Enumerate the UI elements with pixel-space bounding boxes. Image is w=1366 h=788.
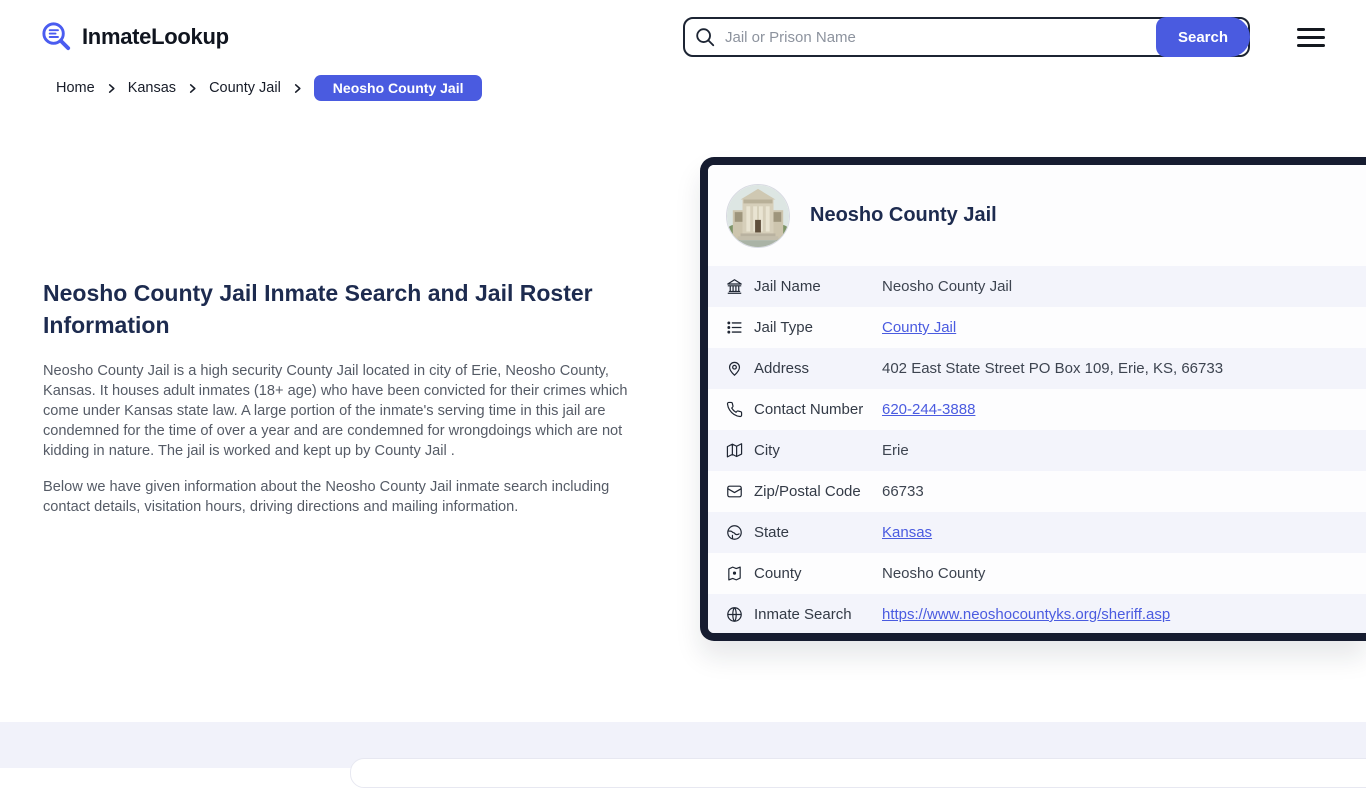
bottom-section	[0, 722, 1366, 788]
chevron-right-icon	[189, 83, 196, 93]
page-title: Neosho County Jail Inmate Search and Jai…	[43, 280, 593, 338]
article-paragraph: Neosho County Jail is a high security Co…	[43, 363, 628, 459]
row-value: Erie	[882, 442, 909, 459]
breadcrumb: Home Kansas County Jail Neosho County Ja…	[56, 75, 483, 101]
state-link[interactable]: Kansas	[882, 524, 932, 541]
mail-icon	[726, 483, 743, 500]
row-label: State	[754, 524, 790, 541]
magnifier-document-icon	[42, 22, 71, 51]
map-icon	[726, 442, 743, 459]
row-value: Neosho County Jail	[882, 278, 1013, 295]
courthouse-photo	[726, 183, 790, 248]
bank-icon	[726, 278, 743, 295]
hamburger-menu-icon[interactable]	[1297, 28, 1325, 47]
row-label: County	[754, 565, 802, 582]
row-label: Inmate Search	[754, 606, 852, 623]
brand-name: InmateLookup	[82, 23, 229, 49]
inmate-search-link[interactable]: https://www.neoshocountyks.org/sheriff.a…	[882, 606, 1170, 623]
search-button[interactable]: Search	[1156, 17, 1250, 57]
table-row: Zip/Postal Code 66733	[708, 471, 1366, 512]
table-row: Address 402 East State Street PO Box 109…	[708, 348, 1366, 389]
search-bar: Search	[683, 17, 1250, 57]
table-row: State Kansas	[708, 512, 1366, 553]
row-value: 66733	[882, 483, 924, 500]
jail-type-link[interactable]: County Jail	[882, 319, 956, 336]
brand-logo[interactable]: InmateLookup	[40, 20, 229, 53]
chevron-right-icon	[108, 83, 115, 93]
chevron-right-icon	[294, 83, 301, 93]
row-label: Jail Name	[754, 278, 821, 295]
county-map-icon	[726, 565, 743, 582]
table-row: City Erie	[708, 430, 1366, 471]
contact-number-link[interactable]: 620-244-3888	[882, 401, 975, 418]
row-label: Contact Number	[754, 401, 864, 418]
breadcrumb-current-badge: Neosho County Jail	[313, 75, 483, 101]
table-row: Jail Name Neosho County Jail	[708, 266, 1366, 307]
table-row: Inmate Search https://www.neoshocountyks…	[708, 594, 1366, 633]
table-row: County Neosho County	[708, 553, 1366, 594]
search-icon	[696, 28, 715, 47]
jail-info-card: Neosho County Jail Jail Name Neosho Coun…	[700, 157, 1366, 641]
article-paragraph: Below we have given information about th…	[43, 479, 610, 515]
phone-icon	[726, 401, 743, 418]
jail-card-header: Neosho County Jail	[708, 165, 1366, 266]
breadcrumb-county-jail[interactable]: County Jail	[209, 80, 281, 96]
table-row: Jail Type County Jail	[708, 307, 1366, 348]
row-label: Address	[754, 360, 810, 377]
bottom-card-peek	[350, 758, 1366, 788]
table-row: Contact Number 620-244-3888	[708, 389, 1366, 430]
jail-card-title: Neosho County Jail	[810, 204, 997, 226]
row-label: Zip/Postal Code	[754, 483, 861, 500]
list-icon	[726, 319, 743, 336]
row-value: Neosho County	[882, 565, 986, 582]
breadcrumb-kansas[interactable]: Kansas	[128, 80, 176, 96]
globe-icon	[726, 524, 743, 541]
web-globe-icon	[726, 606, 743, 623]
row-label: Jail Type	[754, 319, 813, 336]
breadcrumb-home[interactable]: Home	[56, 80, 95, 96]
map-pin-icon	[726, 360, 743, 377]
row-label: City	[754, 442, 780, 459]
jail-info-table: Jail Name Neosho County Jail Jail Type C…	[708, 266, 1366, 633]
row-value: 402 East State Street PO Box 109, Erie, …	[882, 360, 1224, 377]
article: Neosho County Jail Inmate Search and Jai…	[43, 277, 643, 533]
